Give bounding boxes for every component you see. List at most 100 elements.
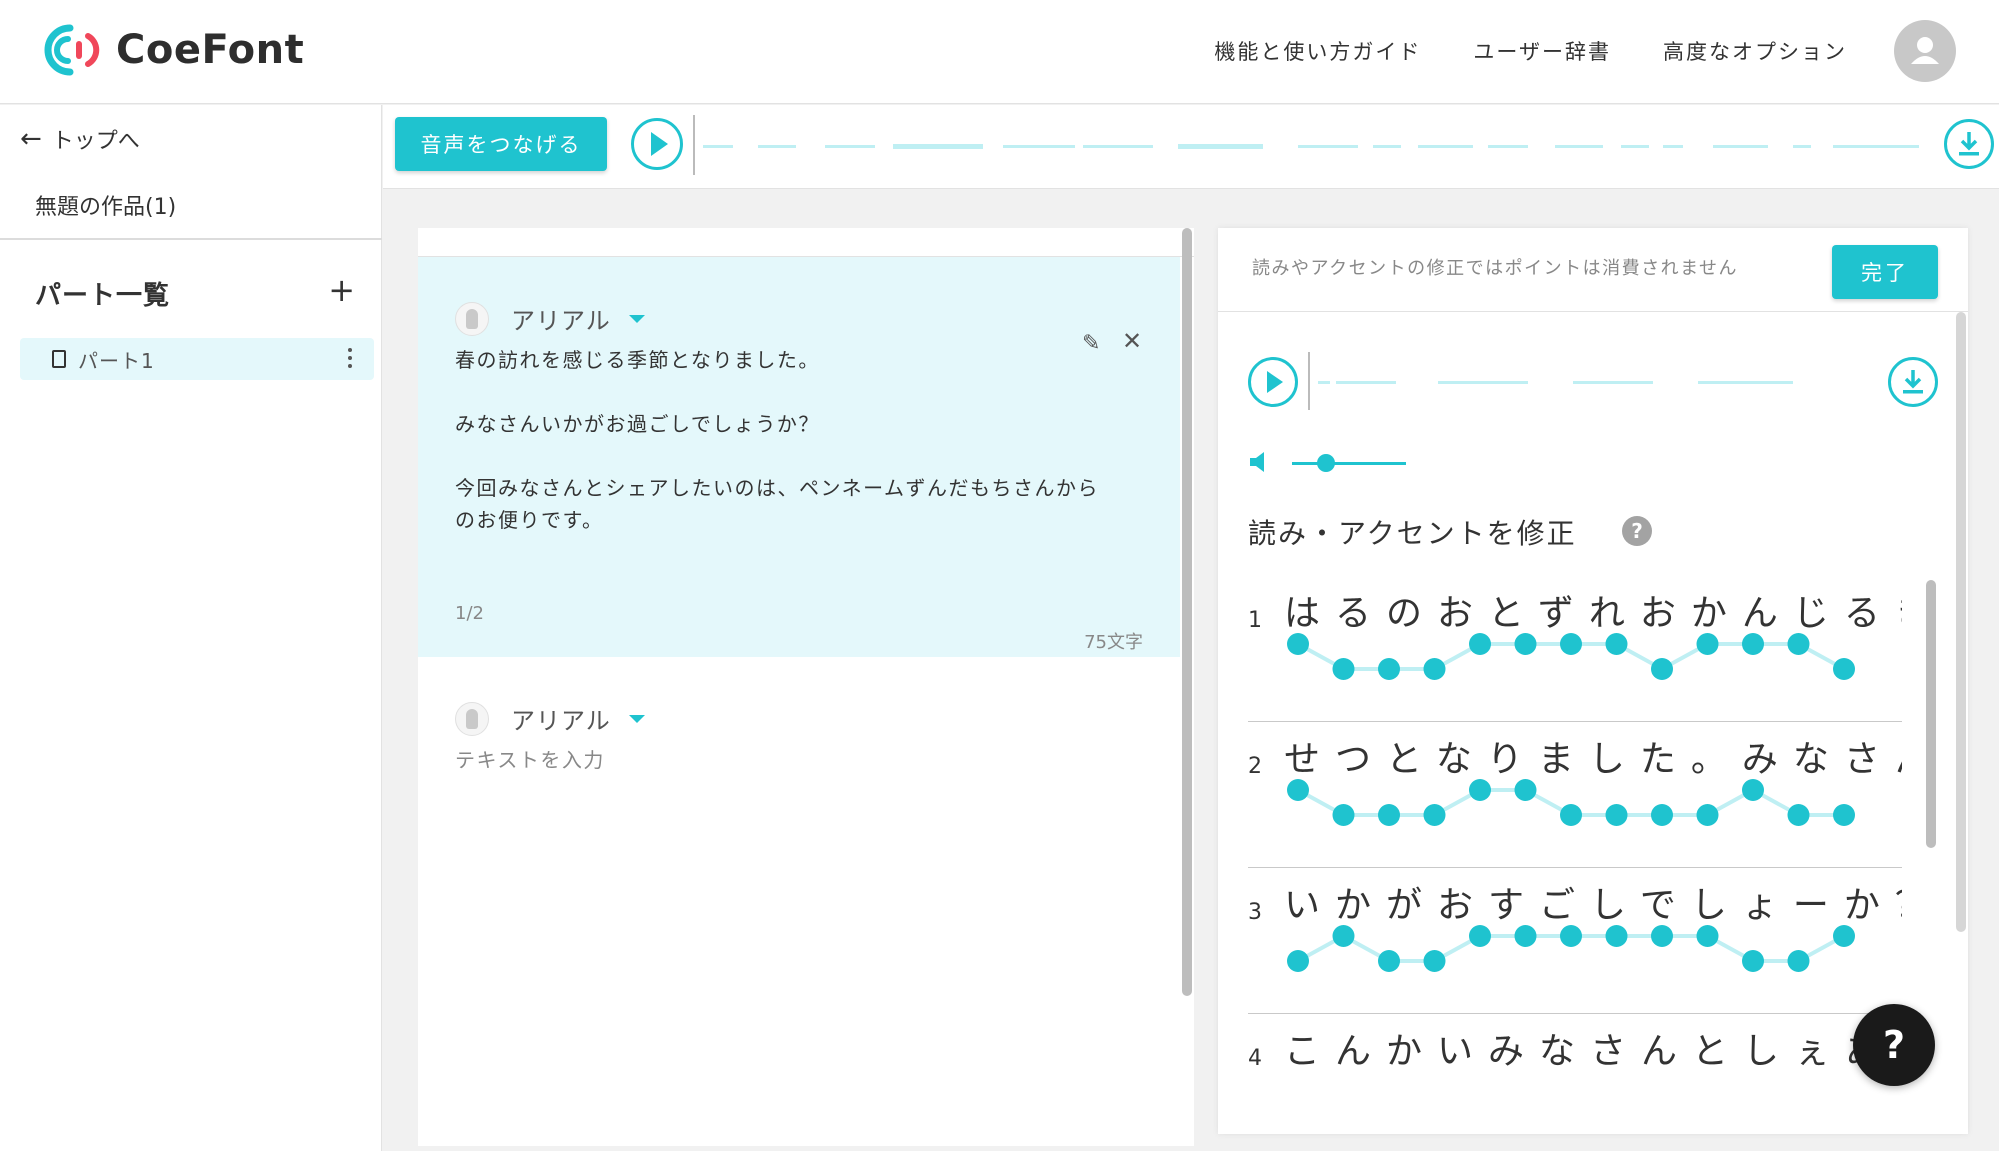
pitch-dot[interactable] <box>1378 658 1400 680</box>
accent-panel: 読みやアクセントの修正ではポイントは消費されません 完了 読み・アクセントを修正… <box>1218 228 1968 1134</box>
play-all-button[interactable] <box>631 118 683 170</box>
pitch-dot[interactable] <box>1287 779 1309 801</box>
edit-pencil-icon[interactable]: ✎ <box>1082 331 1100 356</box>
close-icon[interactable]: ✕ <box>1122 327 1142 355</box>
waveform[interactable] <box>703 143 1919 151</box>
download-button[interactable] <box>1888 357 1938 407</box>
pitch-dot[interactable] <box>1378 950 1400 972</box>
pitch-dot[interactable] <box>1833 925 1855 947</box>
volume-slider-track[interactable] <box>1292 462 1406 465</box>
nav-user-dictionary[interactable]: ユーザー辞書 <box>1473 36 1611 66</box>
divider <box>1248 721 1902 722</box>
pitch-dot[interactable] <box>1742 633 1764 655</box>
pitch-dot[interactable] <box>1514 633 1537 655</box>
points-notice: 読みやアクセントの修正ではポイントは消費されません <box>1252 258 1739 279</box>
text-line[interactable]: のお便りです。 <box>455 504 604 536</box>
nav-advanced-options[interactable]: 高度なオプション <box>1663 36 1847 66</box>
pitch-dot[interactable] <box>1787 950 1810 972</box>
pitch-dot[interactable] <box>1742 950 1764 972</box>
pitch-dot[interactable] <box>1651 804 1673 826</box>
pitch-dot[interactable] <box>1560 925 1582 947</box>
text-input-placeholder[interactable]: テキストを入力 <box>455 744 605 773</box>
pitch-dot[interactable] <box>1469 779 1491 801</box>
accent-line[interactable]: 2 せつとなりました。みなさん <box>1248 724 1902 870</box>
divider <box>1218 311 1968 312</box>
work-title[interactable]: 無題の作品(1) <box>35 189 176 221</box>
back-label: トップへ <box>51 129 140 154</box>
volume-slider-thumb[interactable] <box>1317 454 1335 472</box>
accent-line[interactable]: 1 はるのおとずれおかんじるき <box>1248 578 1902 724</box>
pitch-dot[interactable] <box>1332 925 1355 947</box>
divider <box>0 238 382 240</box>
pitch-dot[interactable] <box>1651 925 1673 947</box>
brand-name: CoeFont <box>116 27 305 73</box>
arrow-left-icon: ← <box>20 124 42 154</box>
pitch-dot[interactable] <box>1605 925 1628 947</box>
download-icon <box>1903 370 1923 394</box>
pitch-dot[interactable] <box>1514 925 1537 947</box>
sidebar-item-part[interactable]: パート1 <box>20 338 374 380</box>
back-to-top-link[interactable]: ← トップへ <box>20 123 140 155</box>
pitch-dot[interactable] <box>1605 633 1628 655</box>
scrollbar[interactable] <box>1926 580 1936 848</box>
pitch-dot[interactable] <box>1423 658 1446 680</box>
pitch-dot[interactable] <box>1696 925 1719 947</box>
divider <box>1248 1013 1902 1014</box>
pitch-dot[interactable] <box>1378 804 1400 826</box>
pitch-dot[interactable] <box>1287 633 1309 655</box>
voice-selector[interactable]: アリアル <box>455 301 645 336</box>
text-block-selected[interactable]: アリアル ✎ ✕ 春の訪れを感じる季節となりました。 みなさんいかがお過ごしでし… <box>418 257 1180 657</box>
pitch-dot[interactable] <box>1469 925 1491 947</box>
logo[interactable]: CoeFont <box>40 22 304 78</box>
help-button[interactable]: ? <box>1853 1004 1935 1086</box>
pitch-dot[interactable] <box>1787 804 1810 826</box>
scrollbar[interactable] <box>1182 228 1192 996</box>
text-line[interactable]: 春の訪れを感じる季節となりました。 <box>455 344 820 376</box>
user-avatar[interactable] <box>1894 20 1956 82</box>
pitch-dot[interactable] <box>1696 804 1719 826</box>
pitch-dot[interactable] <box>1332 804 1355 826</box>
pitch-accent-graph[interactable] <box>1248 724 1902 834</box>
voice-avatar-icon <box>455 701 489 736</box>
pitch-dot[interactable] <box>1787 633 1810 655</box>
play-button[interactable] <box>1248 357 1298 407</box>
voice-name: アリアル <box>511 307 611 335</box>
connect-audio-button[interactable]: 音声をつなげる <box>395 117 607 171</box>
app-header: CoeFont 機能と使い方ガイド ユーザー辞書 高度なオプション <box>0 0 1999 104</box>
done-button[interactable]: 完了 <box>1832 245 1938 299</box>
pitch-dot[interactable] <box>1423 950 1446 972</box>
pitch-dot[interactable] <box>1696 633 1719 655</box>
pitch-dot[interactable] <box>1287 950 1309 972</box>
text-line[interactable]: 今回みなさんとシェアしたいのは、ペンネームずんだもちさんから <box>455 472 1099 504</box>
caret-down-icon <box>628 714 645 723</box>
nav-guide[interactable]: 機能と使い方ガイド <box>1214 36 1421 66</box>
accent-line[interactable]: 3 いかがおすごしでしょーか？ <box>1248 870 1902 1016</box>
text-line[interactable]: みなさんいかがお過ごしでしょうか？ <box>455 408 820 440</box>
pitch-dot[interactable] <box>1423 804 1446 826</box>
accent-line[interactable]: 4 こんかいみなさんとしぇあし <box>1248 1016 1902 1128</box>
add-part-button[interactable]: + <box>328 271 355 309</box>
pitch-dot[interactable] <box>1651 658 1673 680</box>
download-all-button[interactable] <box>1944 119 1994 169</box>
scrollbar[interactable] <box>1956 312 1966 932</box>
voice-avatar-icon <box>455 301 489 336</box>
pitch-dot[interactable] <box>1560 804 1582 826</box>
pitch-dot[interactable] <box>1833 804 1855 826</box>
pitch-dot[interactable] <box>1605 804 1628 826</box>
pitch-dot[interactable] <box>1469 633 1491 655</box>
volume-icon[interactable] <box>1248 450 1270 474</box>
pitch-dot[interactable] <box>1560 633 1582 655</box>
part-label: パート1 <box>78 348 155 373</box>
pitch-accent-graph[interactable] <box>1248 578 1902 688</box>
pitch-dot[interactable] <box>1742 779 1764 801</box>
pitch-dot[interactable] <box>1833 658 1855 680</box>
pitch-dot[interactable] <box>1332 658 1355 680</box>
char-count: 75文字 <box>1084 632 1143 653</box>
voice-selector[interactable]: アリアル <box>455 701 645 736</box>
line-kana[interactable]: こんかいみなさんとしぇあし <box>1284 1022 1902 1074</box>
kebab-menu-icon[interactable] <box>348 348 352 370</box>
pitch-dot[interactable] <box>1514 779 1537 801</box>
pitch-accent-graph[interactable] <box>1248 870 1902 980</box>
question-icon[interactable]: ? <box>1622 516 1652 546</box>
page-indicator: 1/2 <box>455 603 484 624</box>
